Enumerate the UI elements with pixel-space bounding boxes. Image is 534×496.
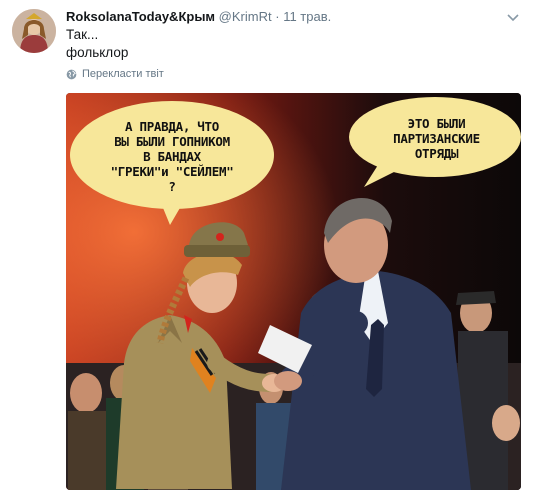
tweet-date[interactable]: 11 трав.	[283, 9, 331, 24]
author-name[interactable]: RoksolanaToday&Крым	[66, 9, 215, 24]
speech-bubble-right-text: ЭТО БЫЛИ ПАРТИЗАНСКИЕ ОТРЯДЫ	[364, 116, 509, 161]
tweet: RoksolanaToday&Крым @KrimRt · 11 трав. Т…	[0, 0, 534, 496]
translate-label: Перекласти твіт	[82, 68, 164, 80]
tweet-text-line-1: Так...	[66, 27, 99, 42]
avatar-image	[12, 9, 56, 53]
chevron-down-icon[interactable]	[504, 8, 522, 26]
globe-icon	[66, 69, 77, 79]
speech-bubble-left-text: А ПРАВДА, ЧТО ВЫ БЫЛИ ГОПНИКОМ В БАНДАХ …	[80, 119, 264, 194]
avatar[interactable]	[12, 9, 56, 53]
tweet-text-line-2: фольклор	[66, 45, 129, 60]
tweet-header: RoksolanaToday&Крым @KrimRt · 11 трав.	[66, 9, 514, 27]
bubble-right-line: ЭТО БЫЛИ	[407, 116, 466, 131]
bubble-left-line: "ГРЕКИ"и "СЕЙЛЕМ"	[110, 164, 234, 179]
bubble-left-line: ?	[168, 179, 176, 194]
bubble-left-line: В БАНДАХ	[143, 149, 201, 164]
bubble-left-line: А ПРАВДА, ЧТО	[125, 119, 219, 134]
separator-dot: ·	[275, 9, 280, 24]
bubble-right-line: ПАРТИЗАНСКИЕ	[393, 131, 480, 146]
translate-tweet-link[interactable]: Перекласти твіт	[66, 68, 164, 80]
bubble-left-line: ВЫ БЫЛИ ГОПНИКОМ	[114, 134, 230, 149]
tweet-media-image[interactable]: А ПРАВДА, ЧТО ВЫ БЫЛИ ГОПНИКОМ В БАНДАХ …	[66, 93, 521, 490]
bubble-right-line: ОТРЯДЫ	[414, 146, 459, 161]
author-handle[interactable]: @KrimRt	[219, 9, 272, 24]
